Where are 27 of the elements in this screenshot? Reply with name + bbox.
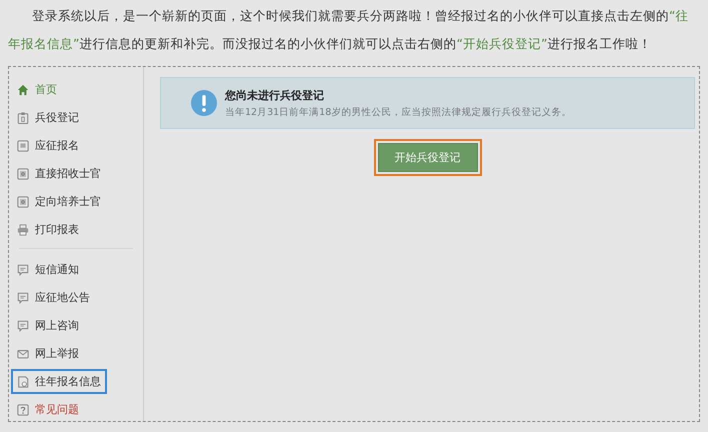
sidebar-item[interactable]: 直接招收士官: [11, 161, 107, 186]
sidebar-item[interactable]: 往年报名信息: [11, 369, 107, 394]
clipboard-icon: [17, 112, 29, 124]
home-icon: [17, 84, 29, 96]
chat-bubble-icon: [17, 320, 29, 332]
id-card-icon: [17, 168, 29, 180]
notice-text: 当年12月31日前年满18岁的男性公民，应当按照法律规定履行兵役登记义务。: [225, 106, 572, 118]
chat-bubble-icon: [17, 264, 29, 276]
intro-paragraph: 登录系统以后，是一个崭新的页面，这个时候我们就需要兵分两路啦！曾经报过名的小伙伴可以直接点击左侧的“往年报名信息”进行信息的更新和补完。而没报过名的小伙伴们就可以点击右侧的“开始兵役登记”进行报名工作啦！: [8, 7, 690, 53]
sidebar-item[interactable]: 应征报名: [11, 133, 85, 158]
notice-title: 您尚未进行兵役登记: [225, 88, 325, 102]
document-icon: [17, 376, 29, 388]
sidebar-item[interactable]: 短信通知: [11, 257, 85, 282]
sidebar-item[interactable]: 兵役登记: [11, 105, 85, 130]
envelope-icon: [17, 348, 29, 360]
document-icon: [17, 140, 29, 152]
sidebar-item[interactable]: 应征地公告: [11, 285, 96, 310]
chat-bubble-icon: [17, 292, 29, 304]
printer-icon: [17, 224, 29, 236]
id-card-icon: [17, 196, 29, 208]
sidebar-item[interactable]: 定向培养士官: [11, 189, 107, 214]
help-icon: [17, 404, 29, 416]
sidebar-item[interactable]: 常见问题: [11, 397, 85, 422]
sidebar-item[interactable]: 打印报表: [11, 217, 85, 242]
sidebar-item[interactable]: 网上举报: [11, 341, 85, 366]
sidebar-item[interactable]: 网上咨询: [11, 313, 85, 338]
exclamation-icon: [191, 90, 217, 116]
